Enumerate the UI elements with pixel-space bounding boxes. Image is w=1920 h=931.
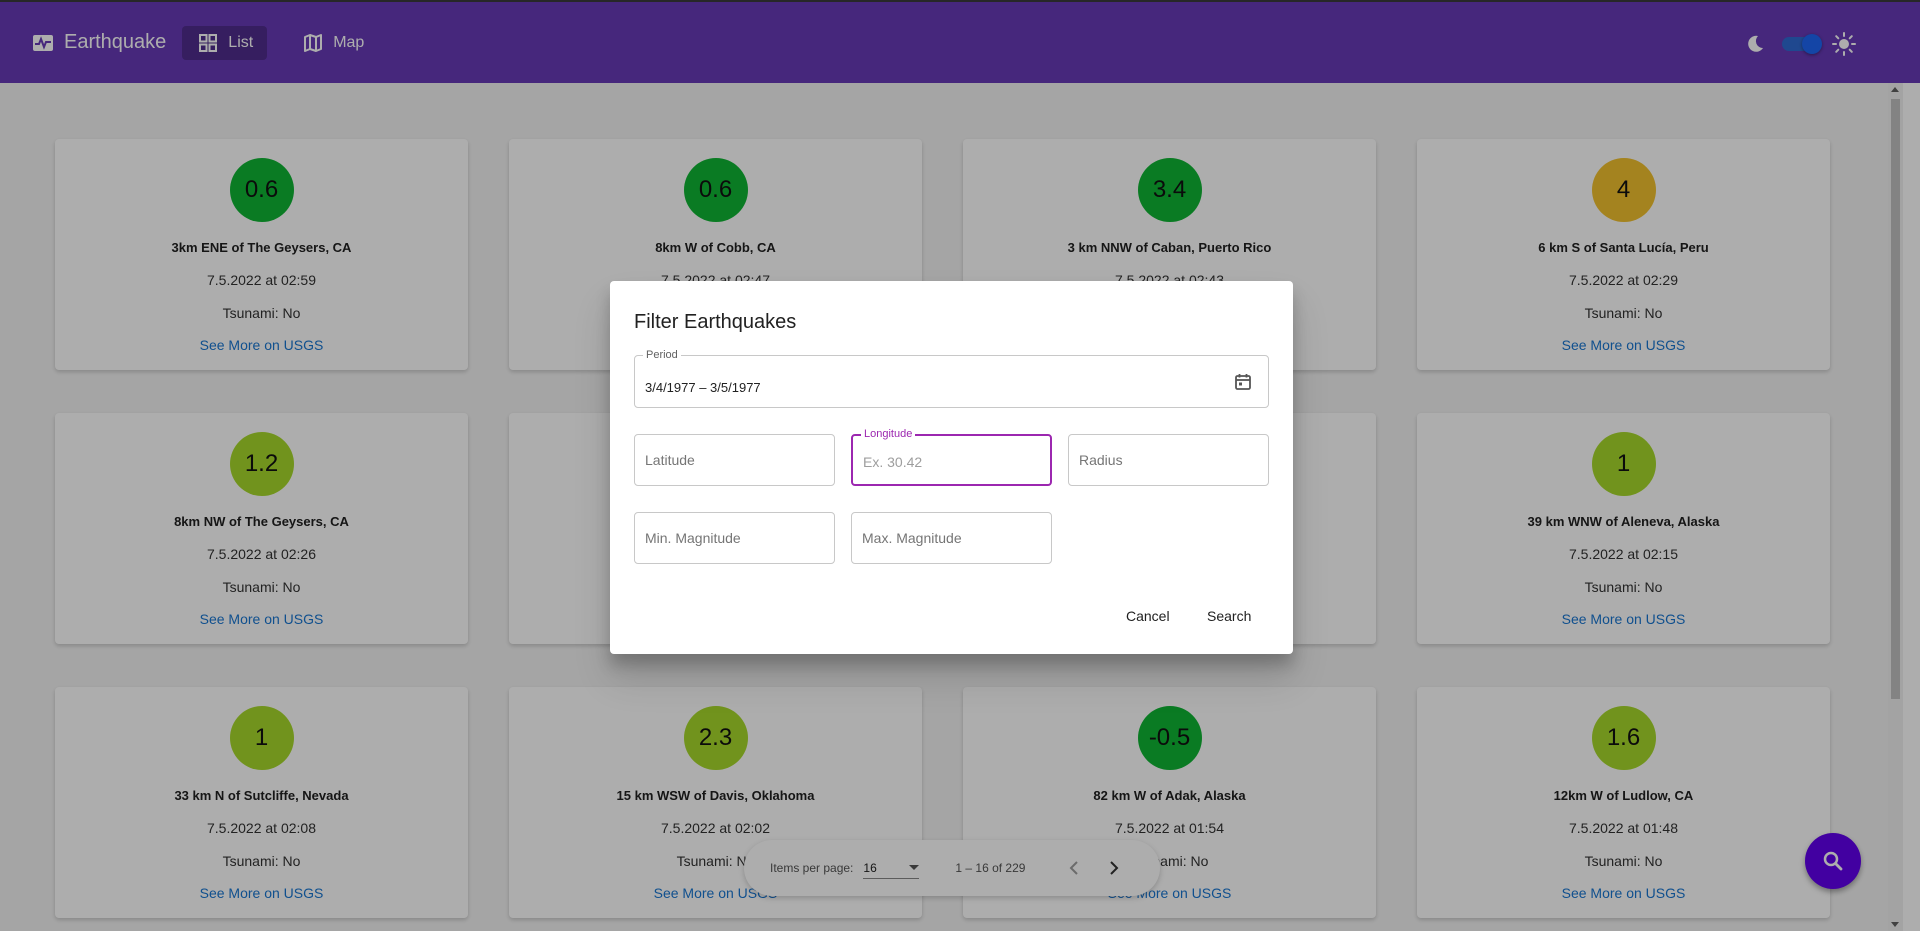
period-value: 3/4/1977 – 3/5/1977: [645, 380, 761, 395]
longitude-label: Longitude: [861, 428, 916, 440]
period-field[interactable]: Period 3/4/1977 – 3/5/1977: [634, 349, 1269, 408]
period-label: Period: [643, 349, 681, 361]
max-magnitude-placeholder: Max. Magnitude: [862, 530, 962, 546]
filter-dialog: Filter Earthquakes Period 3/4/1977 – 3/5…: [610, 281, 1293, 654]
latitude-placeholder: Latitude: [645, 452, 695, 468]
min-magnitude-placeholder: Min. Magnitude: [645, 530, 741, 546]
dialog-title: Filter Earthquakes: [634, 311, 797, 333]
radius-placeholder: Radius: [1079, 452, 1123, 468]
calendar-icon[interactable]: [1234, 373, 1252, 391]
cancel-button[interactable]: Cancel: [1114, 600, 1182, 632]
longitude-field[interactable]: Longitude Ex. 30.42: [851, 428, 1052, 486]
latitude-field[interactable]: Latitude: [634, 434, 835, 486]
radius-field[interactable]: Radius: [1068, 434, 1269, 486]
min-magnitude-field[interactable]: Min. Magnitude: [634, 512, 835, 564]
longitude-placeholder: Ex. 30.42: [863, 454, 923, 470]
max-magnitude-field[interactable]: Max. Magnitude: [851, 512, 1052, 564]
search-button[interactable]: Search: [1195, 600, 1263, 632]
